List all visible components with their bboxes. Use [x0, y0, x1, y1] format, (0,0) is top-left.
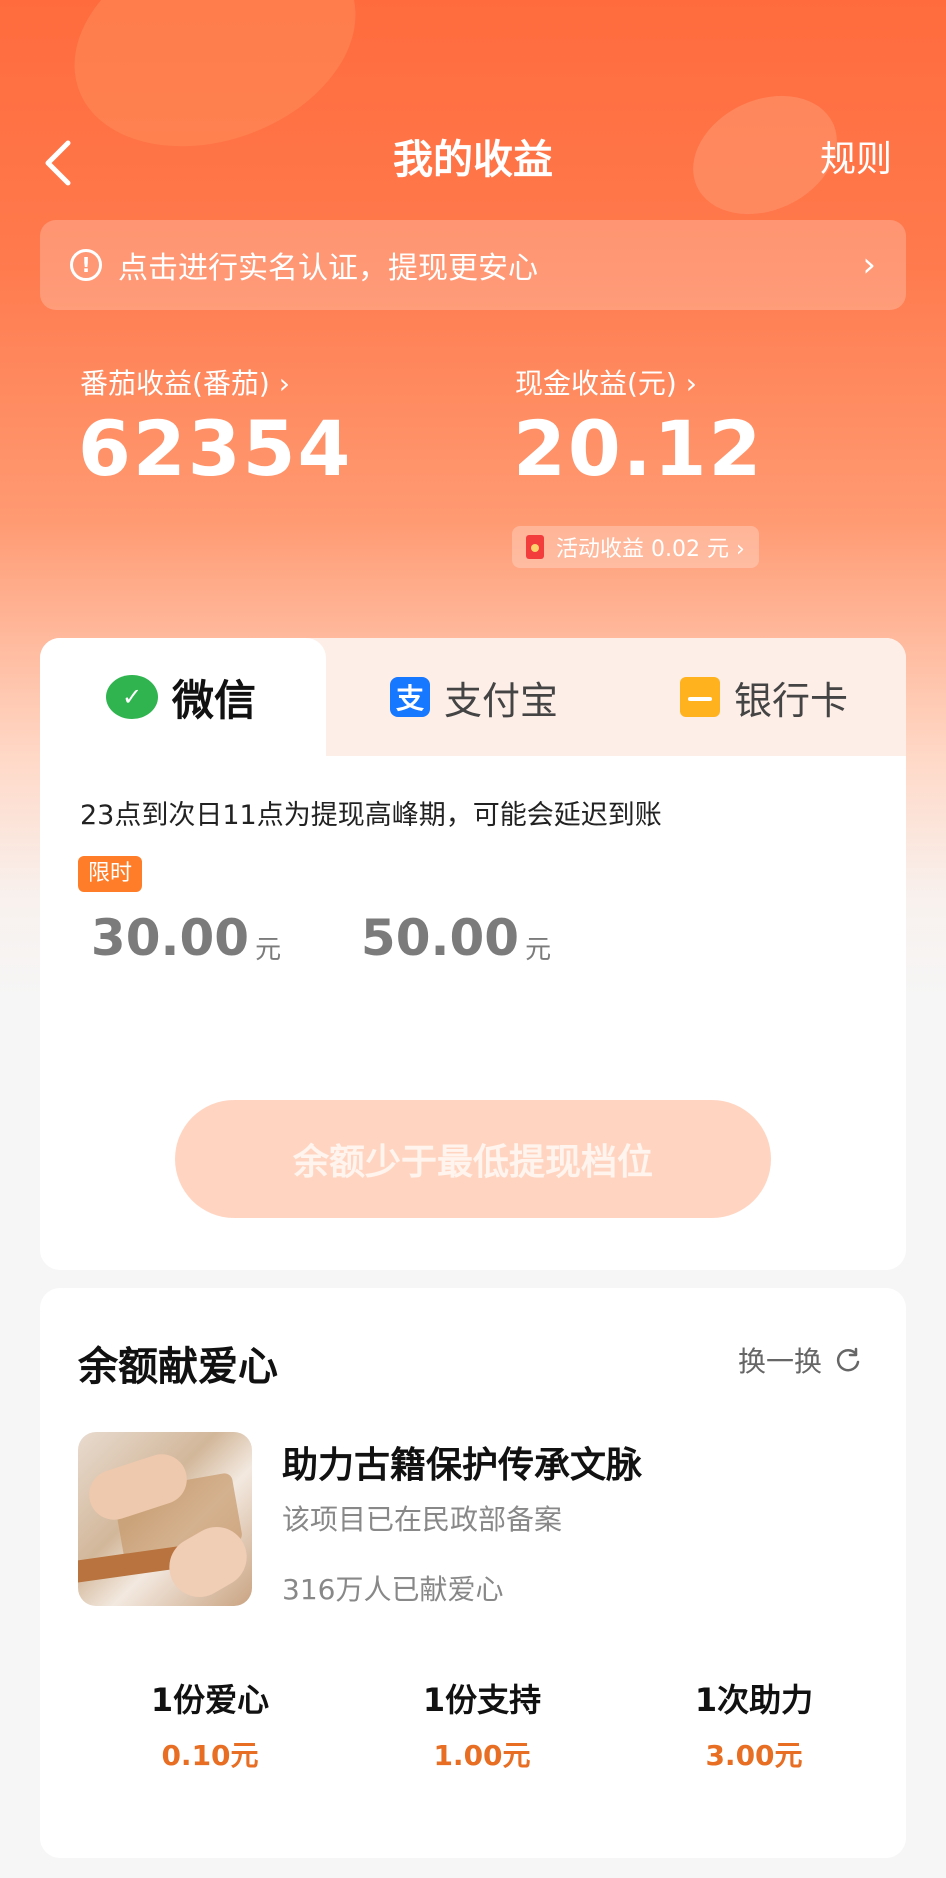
withdraw-button[interactable]: 余额少于最低提现档位 — [175, 1100, 771, 1218]
charity-card: 余额献爱心 换一换 助力古籍保护传承文脉 该项目已在民政部备案 316万人已献爱… — [40, 1288, 906, 1858]
refresh-icon — [836, 1347, 860, 1372]
amount-unit: 元 — [525, 934, 552, 965]
refresh-button[interactable]: 换一换 — [738, 1340, 862, 1380]
chevron-right-icon: › — [862, 245, 876, 285]
activity-earnings-pill[interactable]: 活动收益 0.02 元 › — [512, 526, 759, 568]
wechat-icon: ✓ — [106, 675, 158, 719]
donate-option-price: 3.00元 — [705, 1739, 803, 1772]
donate-option-support[interactable]: 1份支持 1.00元 — [352, 1678, 612, 1778]
payment-method-tabs: ✓ 微信 支 支付宝 银行卡 — [40, 638, 906, 756]
project-donor-count: 316万人已献爱心 — [282, 1573, 504, 1606]
limited-time-badge: 限时 — [78, 856, 143, 892]
tab-wechat[interactable]: ✓ 微信 — [40, 638, 326, 756]
project-name[interactable]: 助力古籍保护传承文脉 — [282, 1436, 642, 1488]
peak-time-notice: 23点到次日11点为提现高峰期，可能会延迟到账 — [80, 800, 662, 831]
cash-earnings-value: 20.12 — [513, 404, 764, 493]
bank-card-icon — [680, 677, 720, 717]
donate-option-name: 1份爱心 — [150, 1681, 270, 1719]
donate-option-name: 1份支持 — [422, 1681, 542, 1719]
tomato-earnings-label[interactable]: 番茄收益(番茄) › — [80, 364, 290, 404]
donate-option-boost[interactable]: 1次助力 3.00元 — [624, 1678, 884, 1778]
tab-alipay[interactable]: 支 支付宝 — [390, 638, 558, 756]
amount-value: 50.00 — [360, 909, 520, 967]
tab-label: 支付宝 — [444, 678, 559, 723]
info-icon: ! — [70, 249, 102, 281]
activity-earnings-text: 活动收益 0.02 元 › — [556, 537, 745, 562]
donate-option-price: 1.00元 — [433, 1739, 531, 1772]
page-title: 我的收益 — [393, 137, 553, 183]
real-name-verify-banner[interactable]: ! 点击进行实名认证，提现更安心 › — [40, 220, 906, 310]
tomato-earnings-value: 62354 — [78, 404, 353, 493]
red-packet-icon — [526, 535, 544, 559]
tab-label: 微信 — [172, 675, 257, 725]
amount-value: 30.00 — [90, 909, 250, 967]
amount-option-50[interactable]: 50.00 元 — [336, 868, 576, 1008]
tab-label: 银行卡 — [734, 678, 849, 723]
donate-option-name: 1次助力 — [694, 1681, 814, 1719]
project-registered-note: 该项目已在民政部备案 — [282, 1503, 563, 1536]
donate-option-price: 0.10元 — [161, 1739, 259, 1772]
cash-earnings-label[interactable]: 现金收益(元) › — [515, 364, 697, 404]
amount-unit: 元 — [255, 934, 282, 965]
refresh-label: 换一换 — [738, 1345, 823, 1378]
withdraw-card: ✓ 微信 支 支付宝 银行卡 23点到次日11点为提现高峰期，可能会延迟到账 3… — [40, 638, 906, 1270]
charity-title: 余额献爱心 — [78, 1344, 278, 1390]
donate-option-love[interactable]: 1份爱心 0.10元 — [80, 1678, 340, 1778]
verify-banner-text: 点击进行实名认证，提现更安心 — [118, 251, 538, 286]
rules-link[interactable]: 规则 — [820, 132, 892, 188]
alipay-icon: 支 — [390, 677, 430, 717]
tab-bank-card[interactable]: 银行卡 — [680, 638, 848, 756]
project-image[interactable] — [78, 1432, 252, 1606]
